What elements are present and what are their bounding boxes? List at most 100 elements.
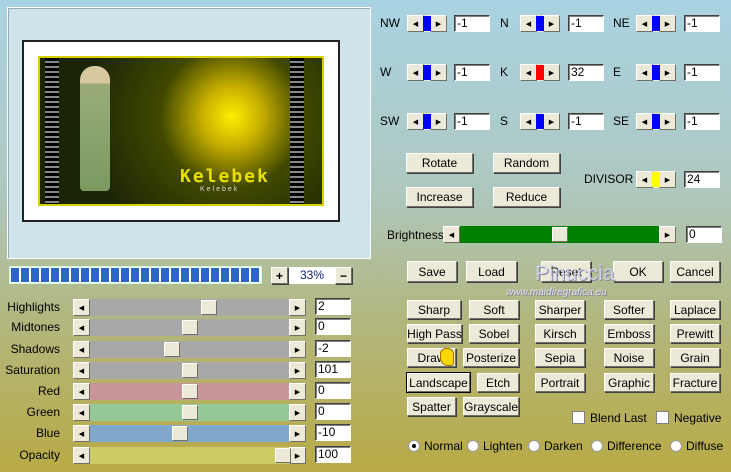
radio-lighten[interactable]: [467, 440, 479, 452]
scroll-track[interactable]: [90, 319, 289, 336]
kernel-value-input[interactable]: 32: [568, 64, 604, 81]
scroll-left-icon[interactable]: ◀: [73, 404, 90, 421]
scroll-thumb[interactable]: [652, 16, 660, 31]
filter-high-pass-button[interactable]: High Pass: [407, 324, 462, 343]
brightness-input[interactable]: 0: [686, 226, 722, 243]
divisor-input[interactable]: 24: [684, 171, 720, 188]
scroll-thumb[interactable]: [551, 227, 568, 242]
scroll-track[interactable]: [90, 425, 289, 442]
scroll-thumb[interactable]: [163, 342, 180, 357]
scroll-right-icon[interactable]: ▶: [430, 64, 447, 81]
kernel-scroll-nw[interactable]: ◀ ▶: [407, 15, 447, 32]
radio-normal[interactable]: [408, 440, 420, 452]
scroll-track[interactable]: [536, 64, 544, 81]
scroll-left-icon[interactable]: ◀: [443, 226, 460, 243]
filter-graphic-button[interactable]: Graphic: [604, 373, 654, 392]
adjust-value-input[interactable]: 0: [315, 403, 351, 420]
scroll-thumb[interactable]: [652, 172, 660, 187]
filter-fracture-button[interactable]: Fracture: [670, 373, 720, 392]
scroll-right-icon[interactable]: ▶: [430, 113, 447, 130]
scroll-thumb[interactable]: [536, 16, 544, 31]
checkbox-negative[interactable]: [656, 411, 669, 424]
scroll-track[interactable]: [90, 404, 289, 421]
scroll-thumb[interactable]: [181, 320, 198, 335]
scroll-left-icon[interactable]: ◀: [636, 64, 653, 81]
kernel-value-input[interactable]: -1: [454, 64, 490, 81]
adjust-value-input[interactable]: 0: [315, 382, 351, 399]
scroll-thumb[interactable]: [181, 384, 198, 399]
kernel-value-input[interactable]: -1: [454, 15, 490, 32]
scroll-track[interactable]: [90, 362, 289, 379]
scroll-left-icon[interactable]: ◀: [73, 425, 90, 442]
cancel-button[interactable]: Cancel: [670, 261, 720, 282]
increase-button[interactable]: Increase: [406, 187, 473, 207]
adjust-value-input[interactable]: -2: [315, 340, 351, 357]
scroll-track[interactable]: [423, 113, 431, 130]
scroll-right-icon[interactable]: ▶: [543, 15, 560, 32]
kernel-scroll-sw[interactable]: ◀ ▶: [407, 113, 447, 130]
scroll-left-icon[interactable]: ◀: [73, 319, 90, 336]
kernel-value-input[interactable]: -1: [684, 64, 720, 81]
scroll-thumb[interactable]: [181, 405, 198, 420]
slider-highlights[interactable]: ◀ ▶: [73, 299, 306, 316]
kernel-value-input[interactable]: -1: [684, 113, 720, 130]
scroll-right-icon[interactable]: ▶: [659, 113, 676, 130]
filter-softer-button[interactable]: Softer: [604, 300, 654, 319]
kernel-value-input[interactable]: -1: [454, 113, 490, 130]
adjust-value-input[interactable]: -10: [315, 424, 351, 441]
kernel-scroll-ne[interactable]: ◀ ▶: [636, 15, 676, 32]
scroll-left-icon[interactable]: ◀: [520, 15, 537, 32]
filter-emboss-button[interactable]: Emboss: [604, 324, 654, 343]
scroll-track[interactable]: [652, 15, 660, 32]
scroll-right-icon[interactable]: ▶: [289, 383, 306, 400]
scroll-thumb[interactable]: [536, 114, 544, 129]
scroll-left-icon[interactable]: ◀: [407, 113, 424, 130]
load-button[interactable]: Load: [466, 261, 517, 282]
filter-soft-button[interactable]: Soft: [469, 300, 519, 319]
scroll-thumb[interactable]: [652, 114, 660, 129]
random-button[interactable]: Random: [493, 153, 560, 173]
scroll-track[interactable]: [536, 113, 544, 130]
scroll-thumb[interactable]: [181, 363, 198, 378]
scroll-left-icon[interactable]: ◀: [73, 362, 90, 379]
scroll-left-icon[interactable]: ◀: [636, 171, 653, 188]
scroll-right-icon[interactable]: ▶: [289, 362, 306, 379]
scroll-left-icon[interactable]: ◀: [73, 341, 90, 358]
slider-shadows[interactable]: ◀ ▶: [73, 341, 306, 358]
reduce-button[interactable]: Reduce: [493, 187, 560, 207]
scroll-track[interactable]: [90, 299, 289, 316]
adjust-value-input[interactable]: 101: [315, 361, 351, 378]
scroll-thumb[interactable]: [652, 65, 660, 80]
scroll-left-icon[interactable]: ◀: [636, 15, 653, 32]
adjust-value-input[interactable]: 2: [315, 298, 351, 315]
filter-sharper-button[interactable]: Sharper: [535, 300, 585, 319]
scroll-right-icon[interactable]: ▶: [659, 15, 676, 32]
scroll-right-icon[interactable]: ▶: [430, 15, 447, 32]
rotate-button[interactable]: Rotate: [406, 153, 473, 173]
filter-sepia-button[interactable]: Sepia: [535, 348, 585, 367]
scroll-track[interactable]: [536, 15, 544, 32]
zoom-in-button[interactable]: +: [271, 267, 288, 284]
scroll-thumb[interactable]: [171, 426, 188, 441]
filter-etch-button[interactable]: Etch: [477, 373, 519, 392]
scroll-left-icon[interactable]: ◀: [73, 299, 90, 316]
kernel-value-input[interactable]: -1: [684, 15, 720, 32]
zoom-out-button[interactable]: −: [335, 267, 352, 284]
scroll-right-icon[interactable]: ▶: [543, 113, 560, 130]
filter-prewitt-button[interactable]: Prewitt: [670, 324, 720, 343]
filter-posterize-button[interactable]: Posterize: [463, 348, 519, 367]
scroll-thumb[interactable]: [423, 114, 431, 129]
filter-portrait-button[interactable]: Portrait: [535, 373, 585, 392]
scroll-right-icon[interactable]: ▶: [659, 226, 676, 243]
kernel-scroll-n[interactable]: ◀ ▶: [520, 15, 560, 32]
radio-diffuse[interactable]: [670, 440, 682, 452]
scroll-track[interactable]: [90, 447, 292, 464]
scroll-right-icon[interactable]: ▶: [289, 299, 306, 316]
adjust-value-input[interactable]: 0: [315, 318, 351, 335]
scroll-left-icon[interactable]: ◀: [407, 15, 424, 32]
kernel-scroll-se[interactable]: ◀ ▶: [636, 113, 676, 130]
filter-landscape-button[interactable]: Landscape: [406, 372, 471, 393]
scroll-track[interactable]: [90, 341, 289, 358]
slider-saturation[interactable]: ◀ ▶: [73, 362, 306, 379]
radio-difference[interactable]: [591, 440, 603, 452]
